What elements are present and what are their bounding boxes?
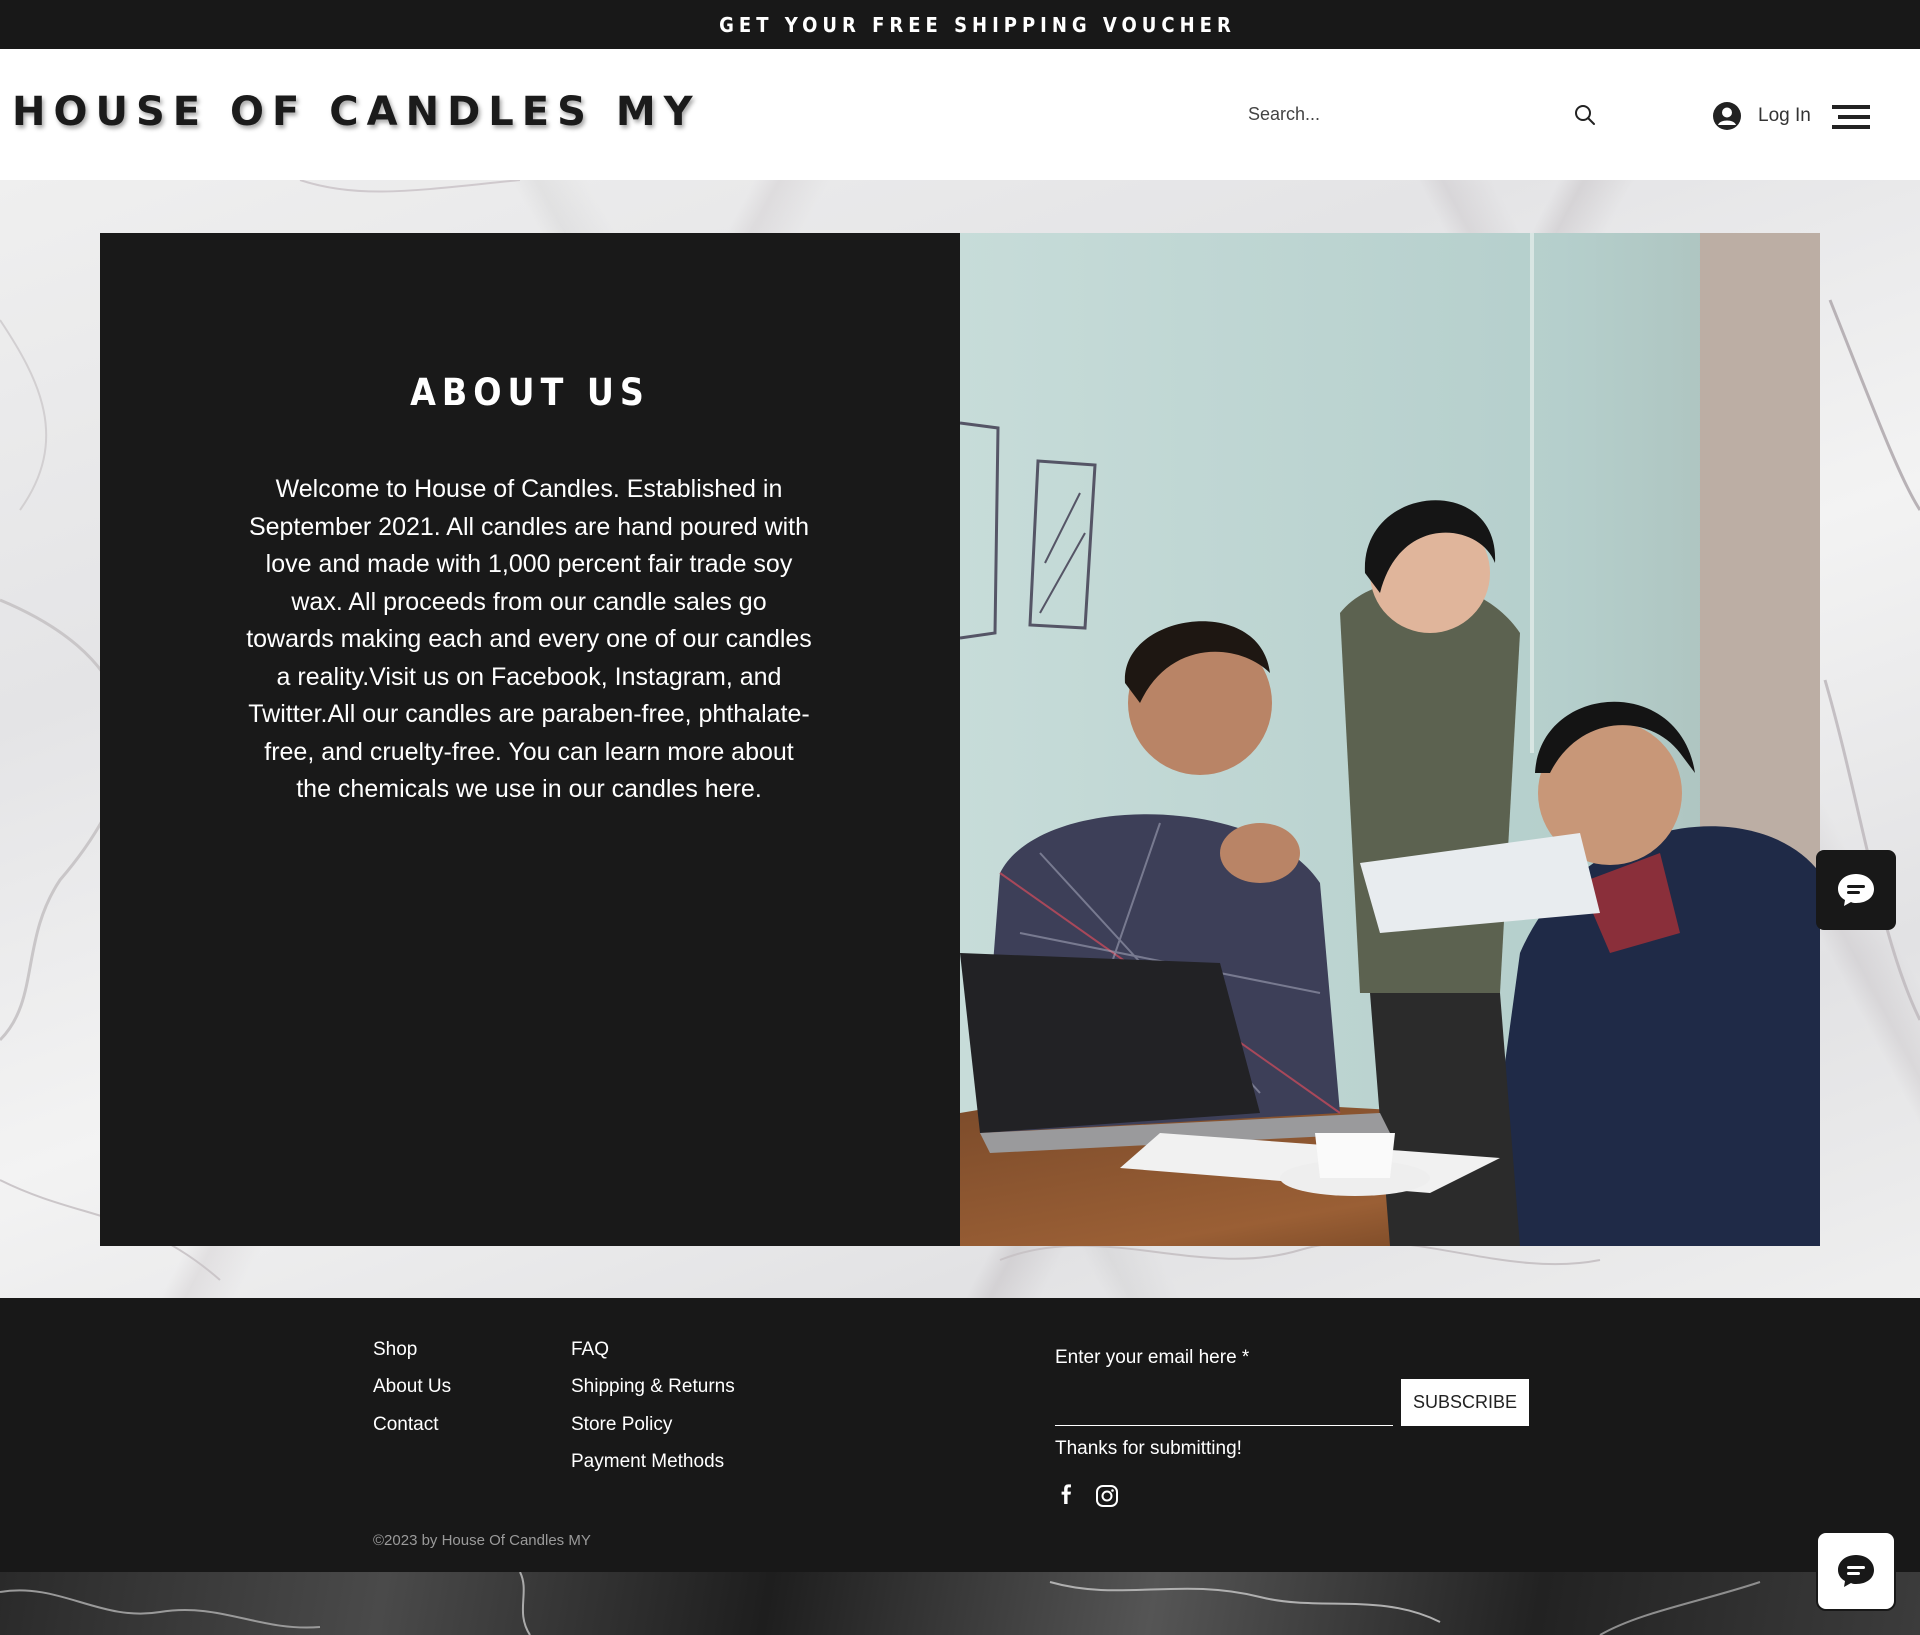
search-bar xyxy=(1232,94,1602,134)
team-photo-illustration xyxy=(960,233,1820,1246)
footer-link-shipping-returns[interactable]: Shipping & Returns xyxy=(571,1376,735,1398)
chat-bubble-icon xyxy=(1838,1555,1874,1587)
user-avatar-icon xyxy=(1713,102,1741,130)
subscribe-button[interactable]: SUBSCRIBE xyxy=(1401,1379,1529,1426)
site-header: HOUSE OF CANDLES MY Log In xyxy=(0,49,1920,180)
site-logo[interactable]: HOUSE OF CANDLES MY xyxy=(12,89,701,135)
about-title: ABOUT US xyxy=(410,371,650,414)
promo-text[interactable]: GET YOUR FREE SHIPPING VOUCHER xyxy=(719,13,1236,37)
about-panel: ABOUT US Welcome to House of Candles. Es… xyxy=(100,233,960,1246)
search-input[interactable] xyxy=(1232,94,1552,134)
copyright: ©2023 by House Of Candles MY xyxy=(373,1532,591,1549)
footer-link-about-us[interactable]: About Us xyxy=(373,1376,451,1398)
footer-link-contact[interactable]: Contact xyxy=(373,1414,438,1436)
chat-button-side[interactable] xyxy=(1816,850,1896,930)
search-icon[interactable] xyxy=(1574,104,1596,126)
footer-link-payment-methods[interactable]: Payment Methods xyxy=(571,1451,724,1473)
login-button[interactable]: Log In xyxy=(1712,101,1811,131)
dark-marble-veins xyxy=(0,1571,1761,1635)
site-footer: Shop About Us Contact FAQ Shipping & Ret… xyxy=(0,1298,1920,1572)
chat-button-bottom[interactable] xyxy=(1816,1531,1896,1611)
email-input[interactable] xyxy=(1055,1380,1393,1426)
thanks-message: Thanks for submitting! xyxy=(1055,1438,1242,1459)
footer-link-faq[interactable]: FAQ xyxy=(571,1339,609,1361)
dark-marble-strip xyxy=(0,1571,1920,1635)
login-label: Log In xyxy=(1758,105,1811,126)
instagram-icon[interactable] xyxy=(1095,1484,1119,1508)
team-photo xyxy=(960,233,1820,1246)
email-label: Enter your email here * xyxy=(1055,1347,1250,1368)
footer-link-shop[interactable]: Shop xyxy=(373,1339,417,1361)
footer-link-store-policy[interactable]: Store Policy xyxy=(571,1414,672,1436)
chat-bubble-icon xyxy=(1838,874,1874,906)
promo-bar[interactable]: GET YOUR FREE SHIPPING VOUCHER xyxy=(0,0,1920,49)
facebook-icon[interactable] xyxy=(1055,1484,1079,1508)
about-body: Welcome to House of Candles. Established… xyxy=(246,475,812,803)
hamburger-menu-icon[interactable] xyxy=(1832,105,1870,129)
